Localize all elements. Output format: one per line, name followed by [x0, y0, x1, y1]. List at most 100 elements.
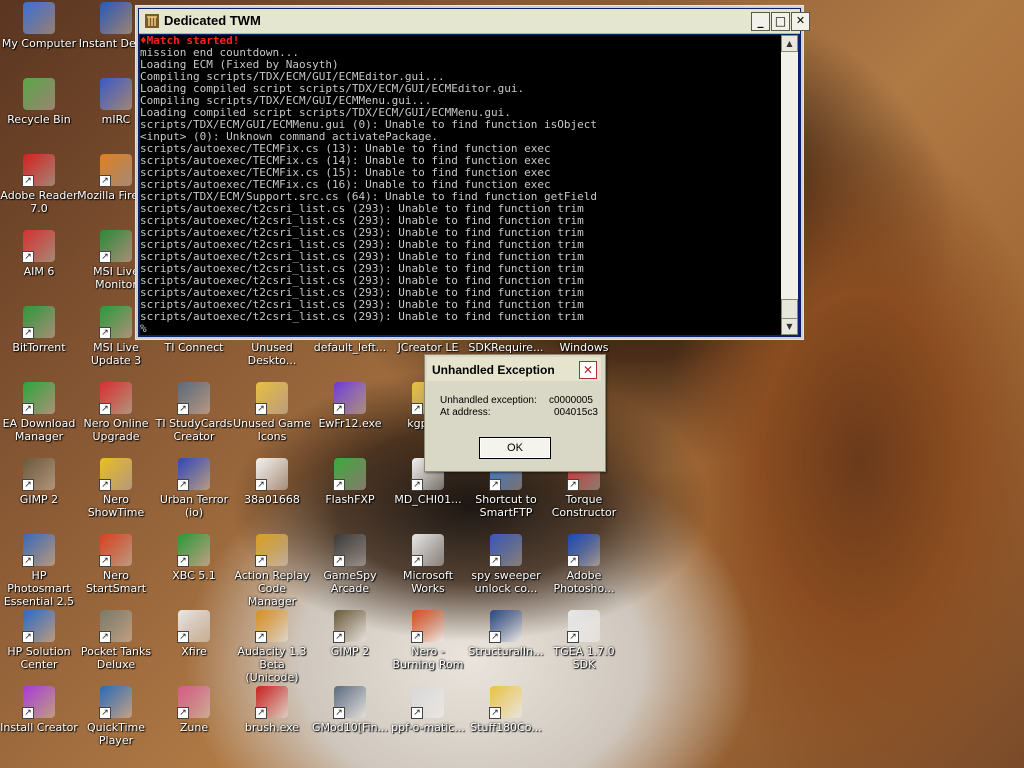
desktop-icon[interactable]: ↗ XBC 5.1: [155, 534, 233, 610]
shortcut-arrow-icon: ↗: [333, 403, 345, 415]
shortcut-arrow-icon: ↗: [333, 555, 345, 567]
desktop-icon[interactable]: ↗ Zune: [155, 686, 233, 762]
desktop-icon[interactable]: ↗ GameSpy Arcade: [311, 534, 389, 610]
shortcut-arrow-icon: ↗: [489, 631, 501, 643]
desktop-icon[interactable]: ↗ spy sweeper unlock co...: [467, 534, 545, 610]
maximize-button[interactable]: □: [771, 12, 790, 31]
desktop-icon[interactable]: ↗ Action Replay Code Manager: [233, 534, 311, 610]
desktop-icon-label: HP Solution Center: [7, 645, 71, 671]
desktop-icon[interactable]: ↗ Microsoft Works: [389, 534, 467, 610]
scroll-up-icon[interactable]: ▲: [781, 35, 798, 52]
shortcut-icon: ↗: [489, 610, 522, 643]
shortcut-icon: ↗: [22, 458, 55, 491]
console-title: Dedicated TWM: [164, 13, 261, 28]
desktop-icon[interactable]: ↗ Adobe Reader 7.0: [0, 154, 78, 230]
shortcut-arrow-icon: ↗: [99, 479, 111, 491]
shortcut-icon: ↗: [411, 610, 444, 643]
shortcut-icon: ↗: [99, 610, 132, 643]
shortcut-icon: ↗: [99, 458, 132, 491]
close-button[interactable]: ✕: [791, 12, 810, 31]
desktop-icon[interactable]: ↗ AIM 6: [0, 230, 78, 306]
desktop-icon[interactable]: Recycle Bin: [0, 78, 78, 154]
scroll-down-icon[interactable]: ▼: [781, 318, 798, 335]
shortcut-arrow-icon: ↗: [411, 555, 423, 567]
exception-dialog[interactable]: Unhandled Exception ✕ Unhandled exceptio…: [424, 354, 606, 472]
desktop-icon[interactable]: ↗ Adobe Photosho...: [545, 534, 623, 610]
desktop-icon[interactable]: ↗ Xfire: [155, 610, 233, 686]
shortcut-arrow-icon: ↗: [177, 631, 189, 643]
minimize-button[interactable]: _: [751, 12, 770, 31]
console-titlebar[interactable]: Dedicated TWM _ □ ✕: [139, 9, 810, 34]
desktop-icon[interactable]: ↗ TGEA 1.7.0 SDK: [545, 610, 623, 686]
shortcut-arrow-icon: ↗: [411, 403, 423, 415]
desktop-icon[interactable]: ↗ Pocket Tanks Deluxe: [77, 610, 155, 686]
desktop-icon[interactable]: ↗ TI StudyCards Creator: [155, 382, 233, 458]
shortcut-arrow-icon: ↗: [255, 555, 267, 567]
console-window[interactable]: Dedicated TWM _ □ ✕ ♦Match started! missi…: [135, 5, 810, 340]
desktop-icon[interactable]: ↗ Audacity 1.3 Beta (Unicode): [233, 610, 311, 686]
shortcut-icon: [23, 2, 55, 34]
desktop-icon[interactable]: ↗ Nero - Burning Rom: [389, 610, 467, 686]
desktop-icon[interactable]: ↗ Nero Online Upgrade: [77, 382, 155, 458]
desktop-icon[interactable]: ↗ BitTorrent: [0, 306, 78, 382]
ok-button[interactable]: OK: [479, 437, 551, 459]
desktop-icon-label: QuickTime Player: [86, 721, 146, 747]
exception-label: Unhandled exception:: [440, 395, 537, 406]
shortcut-arrow-icon: ↗: [22, 555, 34, 567]
desktop-icon[interactable]: ↗ EA Download Manager: [0, 382, 78, 458]
desktop-icon[interactable]: ↗ EwFr12.exe: [311, 382, 389, 458]
shortcut-icon: ↗: [489, 534, 522, 567]
shortcut-arrow-icon: ↗: [99, 707, 111, 719]
shortcut-arrow-icon: ↗: [99, 555, 111, 567]
desktop-icon-label: GIMP 2: [330, 645, 370, 658]
shortcut-arrow-icon: ↗: [22, 327, 34, 339]
desktop-icon[interactable]: ↗ Install Creator: [0, 686, 78, 762]
desktop-icon[interactable]: ↗ HP Solution Center: [0, 610, 78, 686]
console-output[interactable]: ♦Match started! mission end countdown... L…: [140, 35, 781, 335]
scroll-thumb[interactable]: [781, 299, 798, 319]
desktop-icon[interactable]: ↗ GIMP 2: [311, 610, 389, 686]
desktop-icon[interactable]: ↗ Nero StartSmart: [77, 534, 155, 610]
exception-code: c0000005: [549, 395, 593, 406]
shortcut-arrow-icon: ↗: [22, 707, 34, 719]
shortcut-icon: ↗: [22, 382, 55, 415]
desktop-icon[interactable]: ↗ Nero ShowTime: [77, 458, 155, 534]
desktop-icon[interactable]: ↗ Urban Terror (io): [155, 458, 233, 534]
desktop-icon[interactable]: ↗ FlashFXP: [311, 458, 389, 534]
desktop-icon-label: TGEA 1.7.0 SDK: [553, 645, 615, 671]
desktop-icon-label: GIMP 2: [19, 493, 59, 506]
desktop-icon-label: Action Replay Code Manager: [234, 569, 310, 608]
console-line: %: [140, 322, 147, 335]
desktop-icon[interactable]: ↗ StructuralIn...: [467, 610, 545, 686]
desktop-icon[interactable]: ↗ HP Photosmart Essential 2.5: [0, 534, 78, 610]
desktop-icon[interactable]: ↗ Unused Game Icons: [233, 382, 311, 458]
desktop-icon[interactable]: ↗ GIMP 2: [0, 458, 78, 534]
shortcut-icon: ↗: [255, 610, 288, 643]
desktop-icon[interactable]: ↗ 38a01668: [233, 458, 311, 534]
desktop-icon[interactable]: ↗ Stuff180Co...: [467, 686, 545, 762]
desktop-icon-label: XBC 5.1: [172, 569, 216, 582]
desktop-icon[interactable]: My Computer: [0, 2, 78, 78]
desktop-icon-label: Xfire: [181, 645, 207, 658]
desktop-icon-label: 38a01668: [244, 493, 300, 506]
desktop-icon[interactable]: ↗ brush.exe: [233, 686, 311, 762]
dialog-titlebar[interactable]: Unhandled Exception ✕: [427, 357, 601, 381]
desktop-icon-label: Nero StartSmart: [85, 569, 147, 595]
desktop-icon-label: spy sweeper unlock co...: [471, 569, 541, 595]
desktop-icon[interactable]: ↗ QuickTime Player: [77, 686, 155, 762]
shortcut-arrow-icon: ↗: [99, 175, 111, 187]
shortcut-icon: ↗: [22, 154, 55, 187]
desktop-icon-label: TI StudyCards Creator: [155, 417, 233, 443]
desktop-icon-label: StructuralIn...: [468, 645, 544, 658]
desktop-icon[interactable]: ↗ ppf-o-matic...: [389, 686, 467, 762]
console-scrollbar[interactable]: ▲ ▼: [781, 35, 798, 335]
shortcut-icon: ↗: [255, 686, 288, 719]
desktop-icon-label: Adobe Photosho...: [553, 569, 615, 595]
shortcut-arrow-icon: ↗: [489, 555, 501, 567]
shortcut-arrow-icon: ↗: [177, 479, 189, 491]
dialog-close-button[interactable]: ✕: [579, 361, 597, 379]
shortcut-arrow-icon: ↗: [333, 707, 345, 719]
shortcut-icon: ↗: [99, 154, 132, 187]
desktop-icon[interactable]: ↗ GMod10[Fin...: [311, 686, 389, 762]
shortcut-icon: ↗: [99, 230, 132, 263]
